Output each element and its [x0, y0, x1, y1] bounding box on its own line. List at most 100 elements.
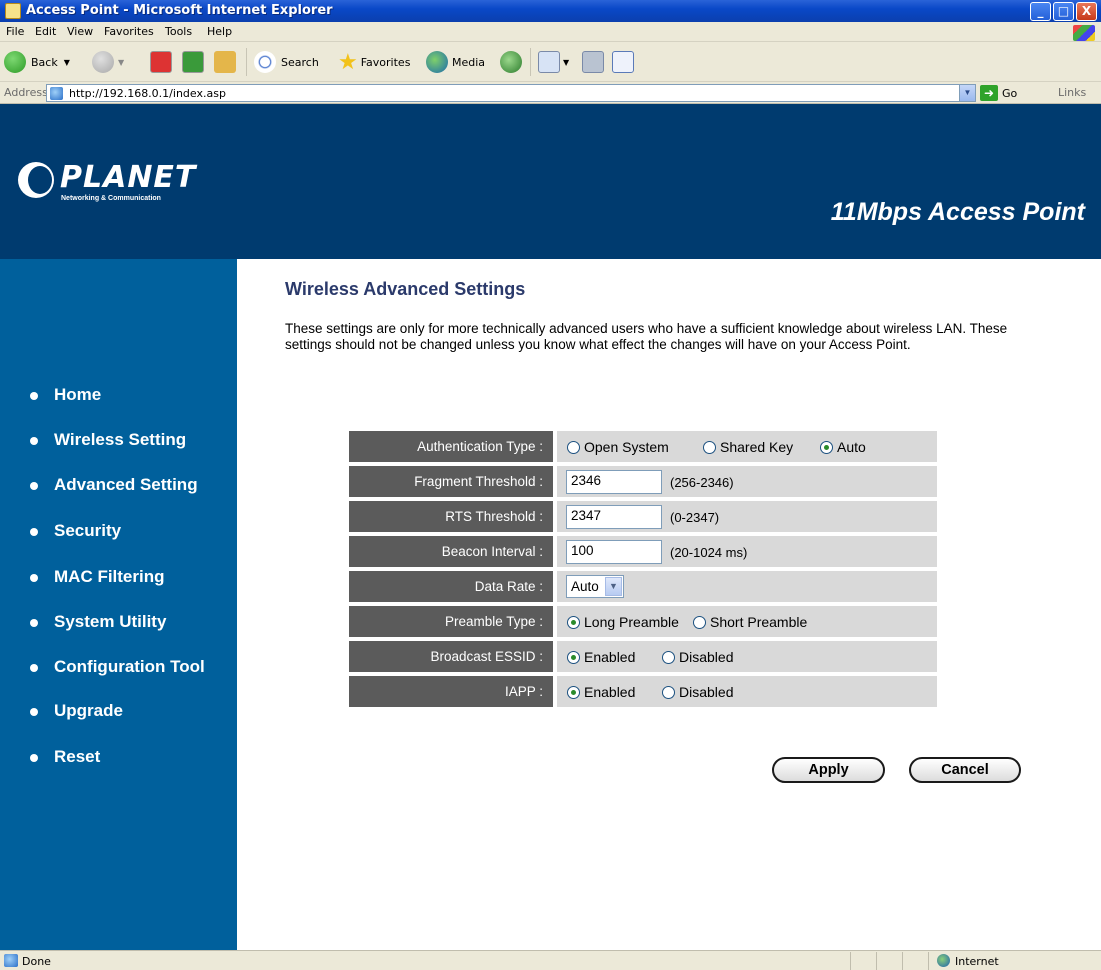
radio-circle-selected — [567, 685, 580, 699]
authentication-type-label: Authentication Type : — [349, 431, 553, 462]
planet-logo: PLANET Networking & Communication — [18, 160, 198, 212]
stop-button[interactable] — [150, 50, 172, 74]
minimize-button[interactable]: _ — [1030, 2, 1051, 21]
internet-zone-icon — [937, 954, 950, 967]
go-label: Go — [1002, 86, 1018, 100]
menu-file[interactable]: File — [6, 25, 24, 38]
preamble-long-radio[interactable]: Long Preamble — [567, 614, 679, 630]
row-fragment-threshold: Fragment Threshold : 2346 (256-2346) — [349, 466, 937, 497]
search-icon — [254, 51, 276, 73]
ie-app-icon — [5, 3, 21, 19]
go-button[interactable]: ➜ Go — [980, 84, 1017, 102]
search-label: Search — [281, 55, 319, 69]
address-label: Address — [4, 86, 48, 99]
history-button[interactable] — [500, 50, 522, 74]
cancel-button[interactable]: Cancel — [909, 757, 1021, 783]
print-button[interactable] — [582, 50, 604, 74]
row-data-rate: Data Rate : Auto ▼ — [349, 571, 937, 602]
preamble-type-label: Preamble Type : — [349, 606, 553, 637]
radio-circle-selected — [567, 615, 580, 629]
bullet-icon — [30, 392, 38, 400]
address-input[interactable]: http://192.168.0.1/index.asp ▼ — [46, 84, 976, 102]
bullet-icon — [30, 528, 38, 536]
links-button[interactable]: Links — [1058, 86, 1086, 99]
auth-shared-key-radio[interactable]: Shared Key — [703, 439, 793, 455]
page-description: These settings are only for more technic… — [285, 321, 1008, 352]
iapp-label: IAPP : — [349, 676, 553, 707]
bullet-icon — [30, 664, 38, 672]
maximize-button[interactable]: □ — [1053, 2, 1074, 21]
media-label: Media — [452, 55, 486, 69]
address-url: http://192.168.0.1/index.asp — [69, 87, 226, 100]
mail-dropdown-icon: ▼ — [563, 57, 570, 67]
menu-view[interactable]: View — [67, 25, 93, 38]
beacon-interval-input[interactable]: 100 — [566, 540, 662, 564]
bullet-icon — [30, 619, 38, 627]
essid-enabled-radio[interactable]: Enabled — [567, 649, 635, 665]
history-icon — [500, 51, 522, 73]
radio-circle — [662, 650, 675, 664]
toolbar: Back ▼ ▼ Search ★ Favorites Media ▼ — [0, 42, 1101, 82]
row-authentication-type: Authentication Type : Open System Shared… — [349, 431, 937, 462]
rts-threshold-label: RTS Threshold : — [349, 501, 553, 532]
auth-auto-radio[interactable]: Auto — [820, 439, 866, 455]
address-dropdown-icon[interactable]: ▼ — [959, 85, 975, 101]
media-icon — [426, 51, 448, 73]
iapp-disabled-radio[interactable]: Disabled — [662, 684, 733, 700]
media-button[interactable]: Media — [426, 50, 485, 74]
product-title: 11Mbps Access Point — [830, 198, 1085, 226]
close-button[interactable]: X — [1076, 2, 1097, 21]
auth-open-system-radio[interactable]: Open System — [567, 439, 669, 455]
essid-disabled-radio[interactable]: Disabled — [662, 649, 733, 665]
back-button[interactable]: Back ▼ — [4, 50, 70, 74]
print-icon — [582, 51, 604, 73]
page-icon — [50, 87, 63, 100]
status-bar: Done Internet — [0, 950, 1101, 970]
page-done-icon — [4, 954, 18, 967]
radio-circle — [662, 685, 675, 699]
refresh-button[interactable] — [182, 50, 204, 74]
back-label: Back — [31, 55, 58, 69]
edit-button[interactable] — [612, 50, 634, 74]
iapp-enabled-radio[interactable]: Enabled — [567, 684, 635, 700]
preamble-short-radio[interactable]: Short Preamble — [693, 614, 807, 630]
menu-edit[interactable]: Edit — [35, 25, 56, 38]
forward-arrow-icon — [92, 51, 114, 73]
forward-button[interactable]: ▼ — [92, 50, 124, 74]
stop-icon — [150, 51, 172, 73]
menu-favorites[interactable]: Favorites — [104, 25, 154, 38]
fragment-threshold-input[interactable]: 2346 — [566, 470, 662, 494]
window-title-bar: Access Point - Microsoft Internet Explor… — [0, 0, 1101, 22]
planet-globe-icon — [18, 162, 54, 198]
menu-tools[interactable]: Tools — [165, 25, 192, 38]
page-title: Wireless Advanced Settings — [285, 279, 526, 299]
bullet-icon — [30, 754, 38, 762]
row-preamble-type: Preamble Type : Long Preamble Short Prea… — [349, 606, 937, 637]
menu-help[interactable]: Help — [207, 25, 232, 38]
rts-threshold-input[interactable]: 2347 — [566, 505, 662, 529]
fragment-threshold-range: (256-2346) — [670, 475, 734, 490]
mail-icon — [538, 51, 560, 73]
star-icon: ★ — [338, 49, 358, 75]
rts-threshold-range: (0-2347) — [670, 510, 720, 525]
sidebar: Home Wireless Setting Advanced Setting S… — [0, 259, 237, 950]
beacon-interval-range: (20-1024 ms) — [670, 545, 748, 560]
search-button[interactable]: Search — [254, 50, 319, 74]
data-rate-select[interactable]: Auto ▼ — [566, 575, 624, 598]
bullet-icon — [30, 708, 38, 716]
edit-icon — [612, 51, 634, 73]
data-rate-value: Auto — [571, 579, 599, 594]
favorites-button[interactable]: ★ Favorites — [338, 49, 411, 75]
apply-button[interactable]: Apply — [772, 757, 885, 783]
home-button[interactable] — [214, 50, 236, 74]
beacon-interval-label: Beacon Interval : — [349, 536, 553, 567]
radio-circle — [693, 615, 706, 629]
favorites-label: Favorites — [360, 55, 411, 69]
back-dropdown-icon: ▼ — [63, 57, 70, 67]
security-zone-label: Internet — [955, 955, 999, 968]
settings-form: Authentication Type : Open System Shared… — [349, 431, 937, 711]
back-arrow-icon — [4, 51, 26, 73]
brand-tagline: Networking & Communication — [61, 195, 161, 202]
mail-button[interactable]: ▼ — [538, 50, 569, 74]
chevron-down-icon: ▼ — [605, 577, 622, 596]
